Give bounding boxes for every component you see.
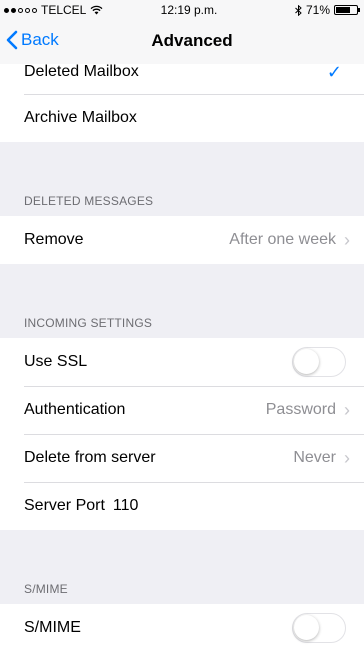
authentication-value: Password [265, 401, 336, 418]
server-port-row[interactable]: Server Port 110 [0, 482, 364, 530]
toggle-knob [294, 349, 319, 374]
chevron-right-icon: › [344, 447, 350, 468]
back-label: Back [21, 30, 59, 49]
remove-value: After one week [229, 231, 336, 248]
smime-label: S/MIME [24, 619, 81, 636]
smime-group: S/MIME [0, 604, 364, 647]
use-ssl-toggle[interactable] [292, 347, 346, 377]
smime-row: S/MIME [0, 604, 364, 647]
incoming-settings-group: Use SSL Authentication Password › Delete… [0, 338, 364, 530]
authentication-label: Authentication [24, 401, 126, 418]
delete-from-server-label: Delete from server [24, 449, 156, 466]
bluetooth-icon [295, 4, 302, 16]
archive-mailbox-row[interactable]: Archive Mailbox [0, 94, 364, 142]
chevron-right-icon: › [344, 229, 350, 250]
server-port-label: Server Port [24, 497, 105, 514]
screen: TELCEL 12:19 p.m. 71% Back Advanced Dele… [0, 0, 364, 647]
status-right: 71% [295, 3, 360, 17]
archive-mailbox-label: Archive Mailbox [24, 109, 137, 126]
incoming-settings-header: INCOMING SETTINGS [24, 316, 153, 330]
checkmark-icon: ✓ [326, 64, 342, 82]
settings-list: Deleted Mailbox ✓ Archive Mailbox DELETE… [0, 64, 364, 647]
deleted-mailbox-row[interactable]: Deleted Mailbox ✓ [0, 64, 364, 94]
deleted-mailbox-label: Deleted Mailbox [24, 64, 139, 80]
mailbox-group: Deleted Mailbox ✓ Archive Mailbox [0, 64, 364, 142]
battery-fill [336, 7, 351, 13]
battery-percent: 71% [305, 3, 330, 17]
navigation-bar: Back Advanced [0, 20, 364, 64]
chevron-left-icon [6, 30, 18, 50]
status-bar: TELCEL 12:19 p.m. 71% [0, 0, 364, 20]
battery-icon [334, 5, 360, 15]
remove-label: Remove [24, 231, 84, 248]
use-ssl-label: Use SSL [24, 353, 88, 370]
deleted-messages-group: Remove After one week › [0, 216, 364, 264]
authentication-row[interactable]: Authentication Password › [0, 386, 364, 434]
remove-row[interactable]: Remove After one week › [0, 216, 364, 264]
toggle-knob [294, 615, 319, 640]
smime-toggle[interactable] [292, 613, 346, 643]
use-ssl-row: Use SSL [0, 338, 364, 386]
server-port-field[interactable]: 110 [113, 497, 139, 515]
smime-header: S/MIME [24, 582, 68, 596]
back-button[interactable]: Back [6, 30, 59, 50]
delete-from-server-row[interactable]: Delete from server Never › [0, 434, 364, 482]
delete-from-server-value: Never [293, 449, 336, 466]
chevron-right-icon: › [344, 399, 350, 420]
deleted-messages-header: DELETED MESSAGES [24, 194, 154, 208]
